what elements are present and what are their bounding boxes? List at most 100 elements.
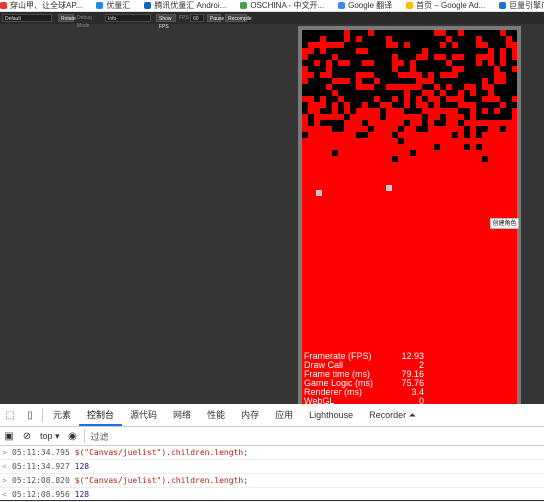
pixel-block <box>446 102 452 108</box>
pixel-block <box>422 30 428 36</box>
fps-input[interactable]: 60 <box>190 14 204 22</box>
pixel-block <box>464 48 470 54</box>
pixel-block <box>422 72 428 78</box>
pixel-block <box>494 48 500 54</box>
devtools-tab[interactable]: 元素 <box>45 404 79 426</box>
pixel-block <box>494 30 500 36</box>
bookmark-item[interactable]: Google 翻译 <box>338 0 396 11</box>
pixel-block <box>380 78 386 84</box>
bookmark-item[interactable]: 巨量引擎广告投 <box>499 0 544 11</box>
devtools-tab[interactable]: 内存 <box>233 404 267 426</box>
devtools-tab[interactable]: 控制台 <box>79 404 123 426</box>
bookmark-label: 优量汇 <box>106 1 131 10</box>
bookmark-item[interactable]: 优量汇 <box>96 0 134 11</box>
pixel-block <box>458 60 464 66</box>
pixel-block <box>458 36 464 42</box>
pixel-block <box>302 60 308 66</box>
pixel-block <box>476 108 482 114</box>
pixel-block <box>428 84 434 90</box>
recompile-button[interactable]: Recompile <box>225 14 252 22</box>
pixel-block <box>398 30 404 36</box>
debug-mode-select[interactable]: Info <box>105 14 151 22</box>
bookmark-item[interactable]: 首页 – Google Ad... <box>406 0 489 11</box>
bookmark-item[interactable]: 穿山甲、让全球AP... <box>0 0 86 11</box>
bookmark-item[interactable]: OSCHINA - 中文开... <box>240 0 328 11</box>
pixel-block <box>452 60 458 66</box>
pixel-block <box>332 96 338 102</box>
pixel-block <box>470 48 476 54</box>
inspect-icon[interactable]: ⬚ <box>0 404 20 426</box>
bookmark-item[interactable]: 腾讯优量汇 Androi... <box>144 0 230 11</box>
devtools-tab[interactable]: 性能 <box>199 404 233 426</box>
pause-button[interactable]: Pause <box>207 14 224 22</box>
pixel-block <box>404 120 410 126</box>
pixel-block <box>452 102 458 108</box>
pixel-block <box>470 66 476 72</box>
pixel-block <box>476 90 482 96</box>
clear-console-icon[interactable]: ⊘ <box>18 427 36 445</box>
pixel-block <box>398 78 404 84</box>
pixel-block <box>464 78 470 84</box>
rotate-button[interactable]: Rotate <box>58 14 76 22</box>
bookmark-favicon-icon <box>499 2 507 9</box>
pixel-block <box>422 126 428 132</box>
pixel-block <box>386 90 392 96</box>
pixel-block <box>392 30 398 36</box>
pixel-block <box>362 42 368 48</box>
pixel-block <box>506 60 512 66</box>
device-select[interactable]: Default <box>2 14 52 22</box>
pixel-block <box>464 96 470 102</box>
pixel-block <box>416 60 422 66</box>
pixel-block <box>404 48 410 54</box>
pixel-block <box>368 36 374 42</box>
show-fps-button[interactable]: Show FPS <box>156 14 176 30</box>
pixel-block <box>506 114 512 120</box>
pixel-block <box>350 42 356 48</box>
pixel-block <box>302 30 308 36</box>
pixel-block <box>302 84 308 90</box>
devtools-tab[interactable]: 源代码 <box>122 404 165 426</box>
pixel-block <box>500 66 506 72</box>
pixel-block <box>428 30 434 36</box>
context-select[interactable]: top ▾ <box>36 431 64 442</box>
pixel-block <box>446 42 452 48</box>
eye-icon[interactable]: ◉ <box>64 427 82 445</box>
divider <box>42 408 43 422</box>
pixel-block <box>344 42 350 48</box>
pixel-block <box>332 36 338 42</box>
pixel-block <box>464 36 470 42</box>
sidebar-toggle-icon[interactable]: ▣ <box>0 427 18 445</box>
game-canvas[interactable]: Framerate (FPS) 12.93 Draw Call 2 Frame time… <box>302 30 517 404</box>
pixel-block <box>392 72 398 78</box>
pixel-block <box>440 78 446 84</box>
pixel-block <box>374 48 380 54</box>
bookmark-label: 穿山甲、让全球AP... <box>10 1 83 10</box>
pixel-block <box>356 132 362 138</box>
pixel-block <box>446 54 452 60</box>
console-prompt-icon: < <box>2 490 7 499</box>
devtools-tab[interactable]: 网络 <box>165 404 199 426</box>
stat-row: WebGL 0 <box>304 397 424 405</box>
devtools-tab[interactable]: Recorder ⏶ <box>361 404 424 426</box>
device-toggle-icon[interactable]: ▯ <box>20 404 40 426</box>
pixel-block <box>392 132 398 138</box>
pixel-block <box>314 48 320 54</box>
divider <box>83 429 85 443</box>
devtools-tab[interactable]: 应用 <box>267 404 301 426</box>
pixel-block <box>488 30 494 36</box>
pixel-block <box>404 108 410 114</box>
pixel-block <box>380 114 386 120</box>
pixel-block <box>476 84 482 90</box>
pixel-block <box>344 96 350 102</box>
pixel-block <box>440 60 446 66</box>
bookmarks-bar: 穿山甲、让全球AP... 优量汇 腾讯优量汇 Androi... OSCHINA - … <box>0 0 544 12</box>
pixel-block <box>500 108 506 114</box>
pixel-block <box>446 66 452 72</box>
pixel-block <box>380 84 386 90</box>
devtools-tab[interactable]: Lighthouse <box>301 404 361 426</box>
create-character-button[interactable]: 创建角色 <box>490 218 519 229</box>
pixel-block <box>470 60 476 66</box>
console-line: <05:11:34.927 128 <box>0 460 544 474</box>
filter-input[interactable]: 过滤 <box>87 430 109 443</box>
console-result: 128 <box>74 490 90 499</box>
